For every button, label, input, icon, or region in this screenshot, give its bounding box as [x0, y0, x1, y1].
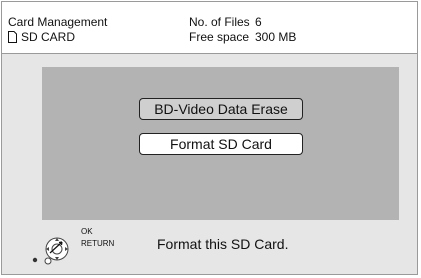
files-label: No. of Files — [189, 15, 250, 29]
device-label: SD CARD — [8, 30, 75, 44]
card-info: No. of Files 6 Free space 300 MB — [189, 15, 296, 45]
remote-dpad-icon — [32, 237, 69, 265]
return-hint-label: RETURN — [81, 239, 115, 248]
screen-frame: Card Management SD CARD No. of Files 6 F… — [1, 1, 418, 275]
info-row-files: No. of Files 6 — [189, 15, 296, 30]
header: Card Management SD CARD No. of Files 6 F… — [2, 2, 417, 54]
device-name: SD CARD — [21, 30, 76, 44]
info-row-space: Free space 300 MB — [189, 30, 296, 45]
remote-hint: OK RETURN — [32, 223, 122, 273]
bd-video-data-erase-button[interactable]: BD-Video Data Erase — [139, 98, 303, 120]
page-title: Card Management — [8, 15, 108, 29]
files-value: 6 — [255, 15, 262, 29]
menu-panel: BD-Video Data Erase Format SD Card — [42, 67, 399, 220]
document-icon — [8, 31, 17, 43]
format-sd-card-button[interactable]: Format SD Card — [139, 133, 303, 155]
ok-hint-label: OK — [81, 227, 93, 236]
status-text: Format this SD Card. — [157, 236, 289, 252]
free-space-label: Free space — [189, 30, 250, 44]
free-space-value: 300 MB — [255, 30, 297, 44]
